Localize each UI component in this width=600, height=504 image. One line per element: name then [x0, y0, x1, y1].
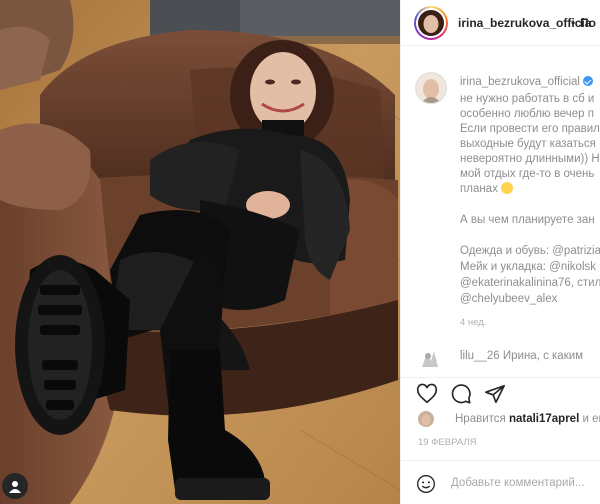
- caption-credit[interactable]: @chelyubeev_alex: [460, 292, 557, 307]
- post-photo[interactable]: [0, 0, 400, 504]
- comment-bubble-icon[interactable]: [450, 383, 472, 405]
- caption-line: особенно люблю вечер п: [460, 108, 594, 120]
- post-header: irina_bezrukova_officia • По: [401, 0, 600, 46]
- commenter-avatar[interactable]: [419, 347, 441, 369]
- caption-line: не нужно работать в сб и: [460, 93, 595, 105]
- caption-username[interactable]: irina_bezrukova_official: [460, 76, 580, 88]
- tagged-user-icon[interactable]: [2, 473, 28, 499]
- emoji-picker-icon[interactable]: [416, 474, 436, 494]
- follow-button[interactable]: По: [580, 16, 596, 30]
- caption-line: невероятно длинными)) Н: [460, 153, 600, 165]
- caption-author-avatar[interactable]: [415, 72, 447, 104]
- header-separator: •: [571, 16, 576, 30]
- likes-suffix[interactable]: и ещё: [582, 413, 600, 425]
- action-bar: [401, 377, 600, 407]
- author-avatar[interactable]: [414, 6, 448, 40]
- caption-line: выходные будут казаться: [460, 138, 596, 150]
- post-date[interactable]: 19 ФЕВРАЛЯ: [418, 437, 476, 448]
- caption-timestamp[interactable]: 4 нед.: [460, 317, 486, 328]
- comment-input[interactable]: [451, 472, 600, 494]
- photo-image: [0, 0, 400, 504]
- add-comment-bar: [401, 460, 600, 504]
- caption-line: планах: [460, 183, 498, 195]
- comment-username[interactable]: lilu__26: [460, 350, 500, 362]
- paper-plane-icon[interactable]: [484, 383, 506, 405]
- likes-prefix: Нравится: [455, 413, 506, 425]
- caption-question: А вы чем планируете зан: [460, 214, 595, 226]
- caption-credit[interactable]: @ekaterinakalinina76, стил: [460, 276, 600, 291]
- comment-row: lilu__26 Ирина, с каким: [460, 350, 583, 362]
- likes-row: Нравится natali17aprel и ещё: [418, 410, 600, 430]
- verified-badge-icon: [582, 76, 593, 86]
- post-sidebar: irina_bezrukova_officia • По irina_bezru…: [400, 0, 600, 504]
- caption-username-row: irina_bezrukova_official: [460, 76, 593, 88]
- caption-credit[interactable]: Мейк и укладка: @nikolsk: [460, 260, 596, 275]
- likes-text: Нравится natali17aprel и ещё: [455, 413, 600, 425]
- heart-icon[interactable]: [416, 383, 438, 405]
- caption-credit[interactable]: Одежда и обувь: @patrizia: [460, 244, 600, 259]
- comment-text: Ирина, с каким: [502, 350, 584, 362]
- liker-avatar[interactable]: [418, 411, 434, 427]
- smiley-emoji-icon: [501, 182, 514, 194]
- caption-line-last: планах: [460, 182, 514, 197]
- liker-username[interactable]: natali17aprel: [509, 413, 579, 425]
- caption-line: мой отдых где-то в очень: [460, 168, 595, 180]
- caption-line: Если провести его правил: [460, 123, 600, 135]
